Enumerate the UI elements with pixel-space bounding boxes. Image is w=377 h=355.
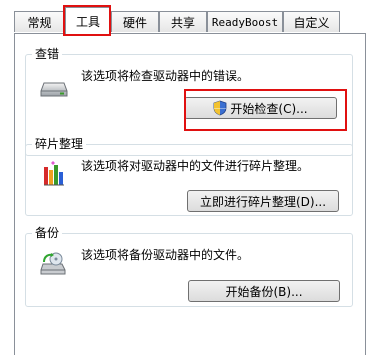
tab-hardware[interactable]: 硬件 [111,11,159,32]
tab-bar: 常规 工具 硬件 共享 ReadyBoost 自定义 [0,0,377,34]
defrag-icon [44,161,64,186]
tab-readyboost[interactable]: ReadyBoost [207,11,283,32]
defrag-now-button-label: 立即进行碎片整理(D)... [199,194,327,209]
hard-drive-icon [40,82,68,97]
backup-title: 备份 [32,226,63,240]
defrag-title: 碎片整理 [32,137,87,151]
tab-readyboost-label: ReadyBoost [211,15,279,29]
tab-customize-label: 自定义 [293,15,330,30]
backup-group: 备份 该选项将备份驱动器中的文件。 开始备份(B)... [25,226,353,307]
uac-shield-icon [214,100,227,116]
start-backup-button[interactable]: 开始备份(B)... [188,280,340,302]
start-backup-button-label: 开始备份(B)... [225,284,303,299]
start-check-button[interactable]: 开始检查(C)... [184,97,337,119]
error-check-description: 该选项将检查驱动器中的错误。 [81,69,250,83]
tab-customize[interactable]: 自定义 [283,11,340,32]
backup-description: 该选项将备份驱动器中的文件。 [81,248,250,262]
tab-general-label: 常规 [27,15,52,30]
tab-tools-label: 工具 [75,14,100,29]
tab-tools[interactable]: 工具 [65,7,111,34]
defrag-group: 碎片整理 该选项将对驱动器中的文件进行碎片整理。 立即进行碎片整理(D)... [25,137,353,216]
tab-sharing-label: 共享 [170,15,195,30]
error-check-title: 查错 [32,47,63,61]
tab-sharing[interactable]: 共享 [159,11,207,32]
defrag-description: 该选项将对驱动器中的文件进行碎片整理。 [81,159,310,173]
start-check-button-label: 开始检查(C)... [230,101,308,116]
backup-icon [40,252,66,275]
tab-general[interactable]: 常规 [14,11,65,32]
defrag-now-button[interactable]: 立即进行碎片整理(D)... [187,190,339,212]
tools-tab-panel: 查错 该选项将检查驱动器中的错误。 开始检查(C)... 碎片整理 该选项将对驱… [14,33,366,355]
tab-hardware-label: 硬件 [122,15,147,30]
